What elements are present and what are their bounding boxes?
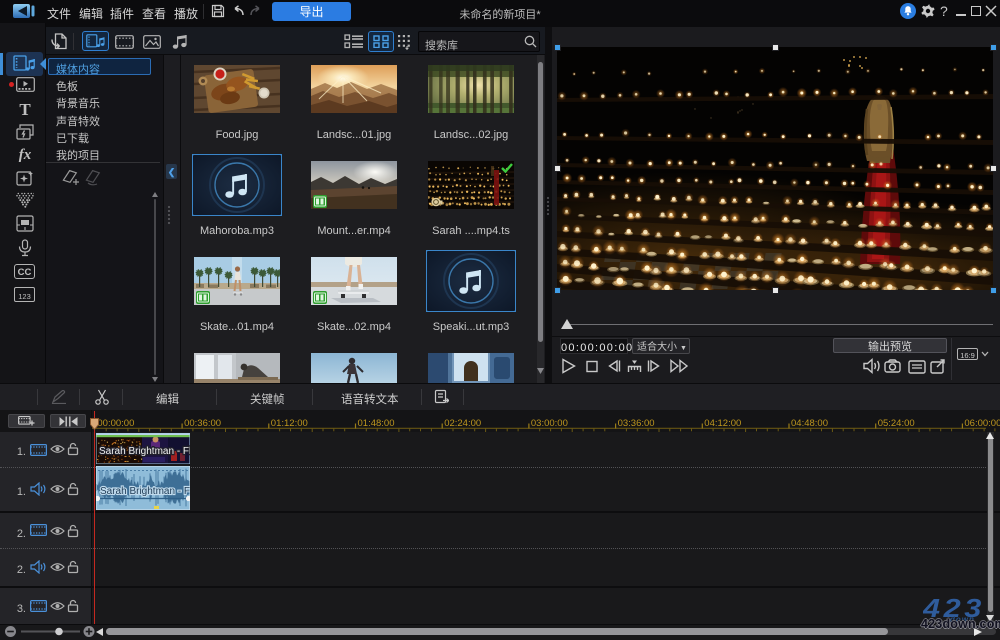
svg-text:Sarah Brightman - Fle: Sarah Brightman - Fle <box>100 486 190 497</box>
svg-text:Sarah Brightman - Fle: Sarah Brightman - Fle <box>99 446 190 457</box>
